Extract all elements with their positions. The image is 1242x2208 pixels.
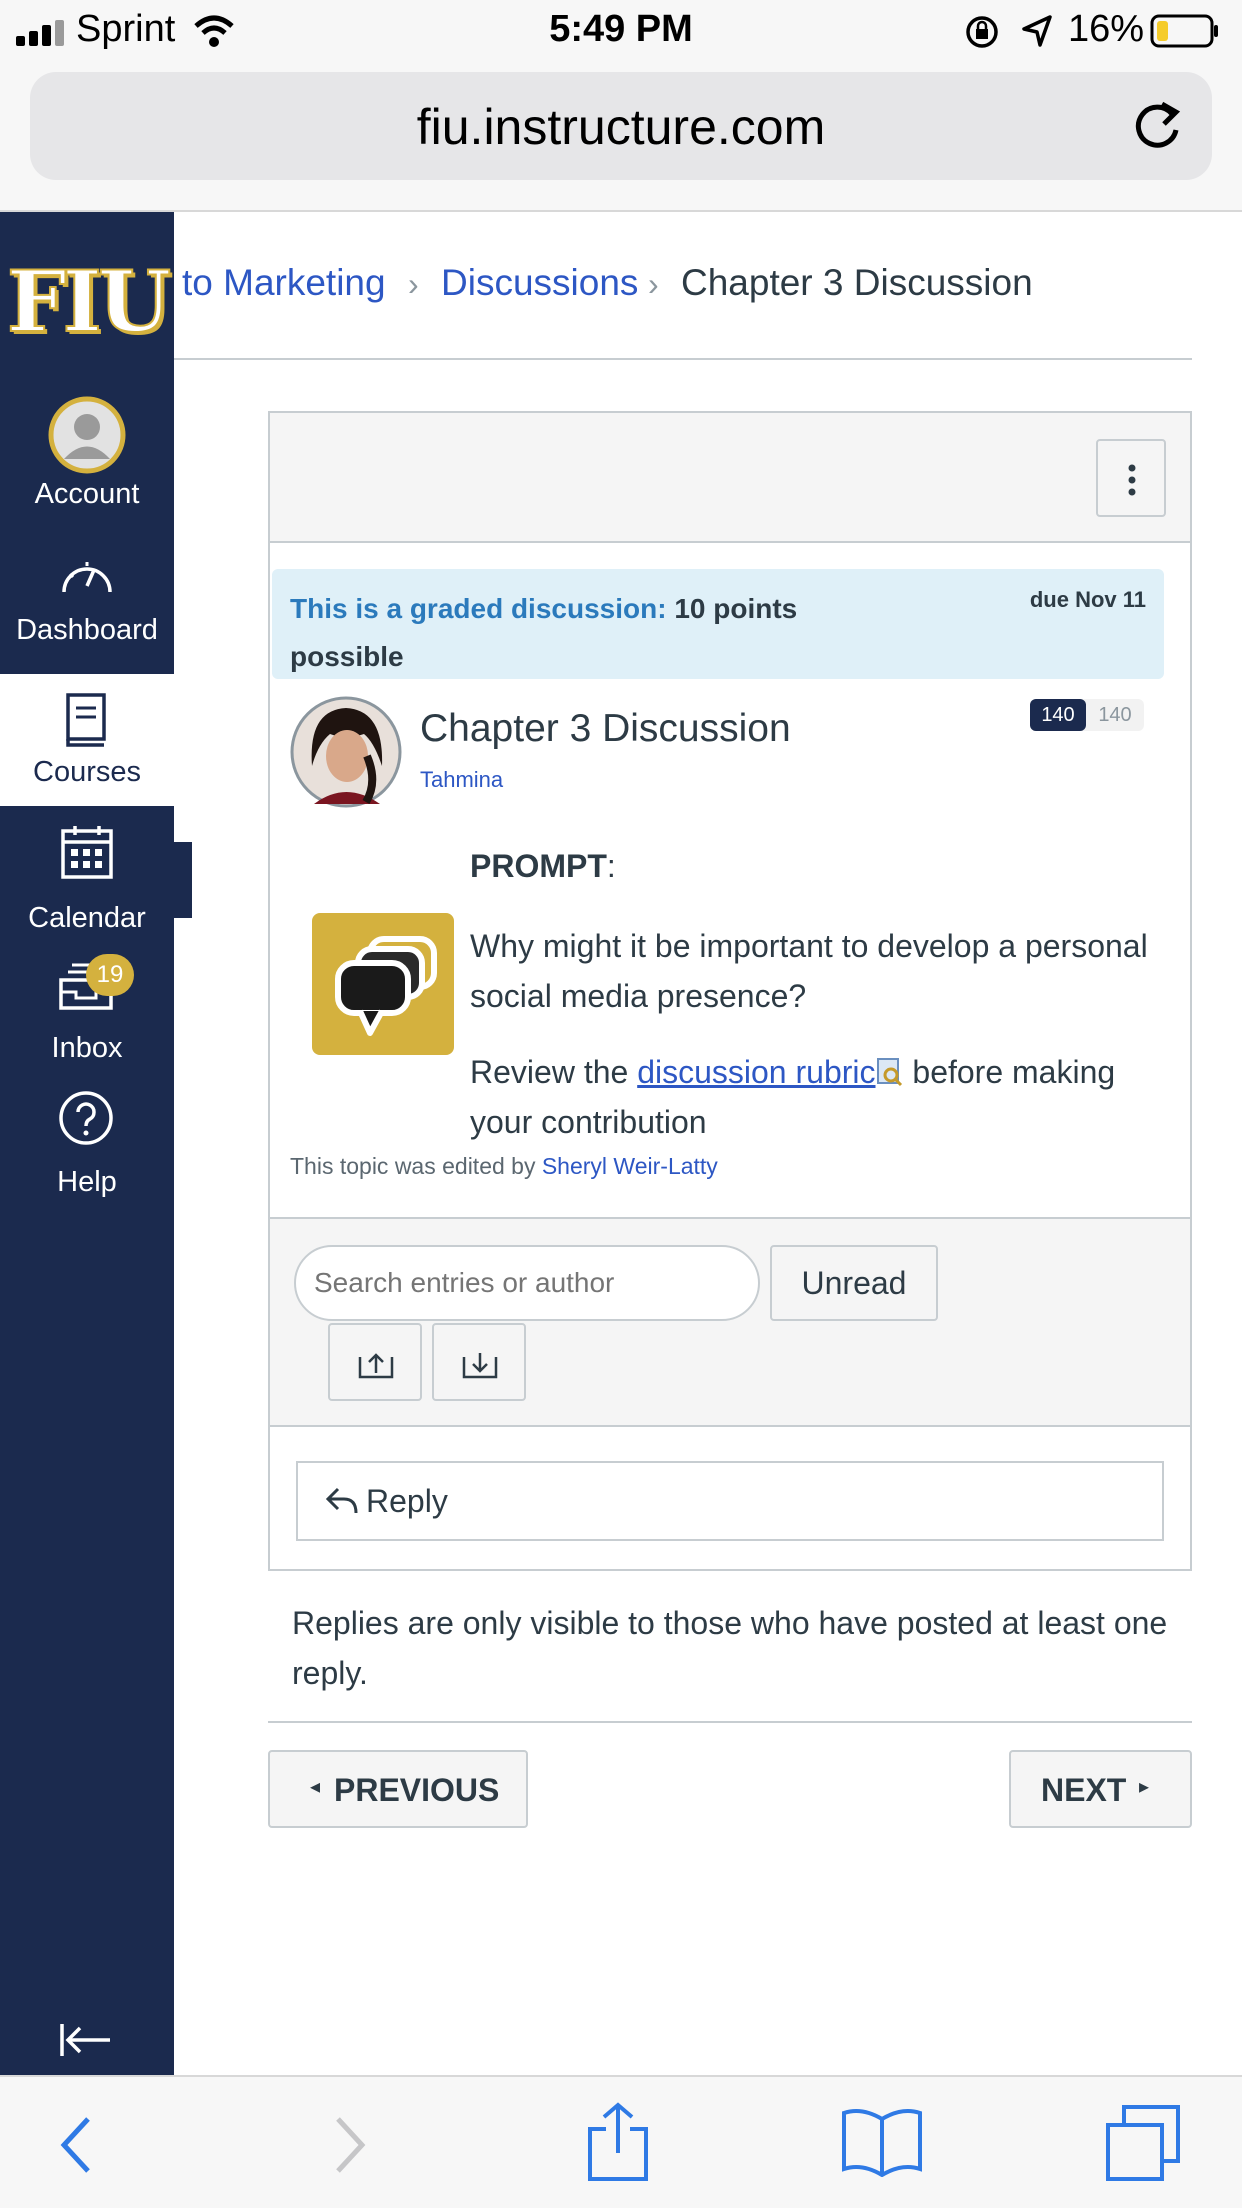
status-bar: Sprint 5:49 PM 16% — [0, 0, 1242, 62]
rotation-lock-icon — [966, 16, 998, 48]
location-icon — [1022, 15, 1052, 47]
prompt-question: Why might it be important to develop a p… — [470, 928, 1148, 1014]
breadcrumb-discussions[interactable]: Discussions — [441, 262, 638, 304]
fiu-logo[interactable]: FIU — [6, 252, 172, 351]
chevron-right-icon: › — [648, 266, 659, 302]
nav-dashboard[interactable]: Dashboard — [0, 552, 174, 662]
chat-bubbles-icon — [335, 936, 437, 1036]
share-icon[interactable] — [586, 2101, 650, 2183]
discussion-panel: This is a graded discussion: 10 points p… — [268, 411, 1192, 1571]
reply-button[interactable]: Reply — [296, 1461, 1164, 1541]
discussion-graphic — [312, 913, 454, 1055]
caret-right-icon: ▸ — [1139, 1776, 1150, 1798]
battery-percent: 16% — [1068, 8, 1145, 50]
nav-calendar[interactable]: Calendar — [0, 824, 174, 934]
clock: 5:49 PM — [549, 8, 693, 50]
collapse-replies-button[interactable] — [328, 1323, 422, 1401]
nav-courses[interactable]: Courses — [0, 674, 174, 806]
preview-doc-icon[interactable] — [876, 1057, 904, 1087]
address-bar[interactable]: fiu.instructure.com — [30, 72, 1212, 180]
reload-icon[interactable] — [1132, 100, 1184, 152]
editor-link[interactable]: Sheryl Weir-Latty — [542, 1153, 718, 1179]
dashboard-icon — [62, 562, 112, 593]
calendar-icon — [61, 826, 113, 879]
upload-tray-icon — [358, 1353, 394, 1379]
next-button[interactable]: NEXT ▸ — [1009, 1750, 1192, 1828]
author-link[interactable]: Tahmina — [420, 767, 503, 792]
total-count: 140 — [1098, 704, 1132, 726]
options-menu-button[interactable] — [1096, 439, 1166, 517]
book-icon — [66, 693, 106, 747]
header-divider — [174, 358, 1192, 360]
author-avatar[interactable] — [290, 696, 402, 808]
graded-label: This is a graded discussion: — [290, 593, 667, 624]
rubric-instruction: Review the discussion rubric before maki… — [470, 1047, 1170, 1147]
download-tray-icon — [462, 1353, 498, 1379]
forward-icon[interactable] — [330, 2113, 370, 2177]
inbox-badge: 19 — [86, 954, 134, 996]
search-entries-input[interactable] — [294, 1245, 760, 1321]
prompt-label: PROMPT — [470, 848, 607, 884]
reply-arrow-icon — [325, 1487, 358, 1514]
reply-label: Reply — [366, 1483, 448, 1519]
unread-count-pill: 140 140 — [1030, 699, 1144, 731]
nav-label: Dashboard — [16, 614, 158, 646]
prompt-colon: : — [606, 848, 616, 884]
edited-by: This topic was edited by Sheryl Weir-Lat… — [290, 1153, 718, 1180]
pager-divider — [268, 1721, 1192, 1723]
chevron-right-icon: › — [408, 266, 419, 302]
nav-tray-edge — [174, 842, 192, 918]
logo-text: FIU — [6, 252, 172, 351]
rubric-link[interactable]: discussion rubric — [637, 1054, 875, 1090]
previous-button[interactable]: ◂ PREVIOUS — [268, 1750, 528, 1828]
graded-text: This is a graded discussion: 10 points p… — [290, 585, 850, 681]
tabs-icon[interactable] — [1104, 2103, 1184, 2183]
unread-count: 140 — [1030, 699, 1086, 731]
unread-filter-button[interactable]: Unread — [770, 1245, 938, 1321]
nav-account[interactable]: Account — [0, 396, 174, 512]
nav-label: Courses — [33, 756, 141, 788]
due-date: due Nov 11 — [1029, 587, 1146, 612]
replies-note: Replies are only visible to those who ha… — [292, 1605, 1168, 1691]
nav-label: Inbox — [51, 1032, 123, 1064]
breadcrumb-course[interactable]: to Marketing — [182, 262, 386, 304]
url-text[interactable]: fiu.instructure.com — [30, 98, 1212, 156]
bookmarks-icon[interactable] — [840, 2107, 924, 2177]
battery-icon — [1150, 14, 1218, 48]
kebab-icon — [1128, 464, 1136, 496]
edited-by-label: This topic was edited by — [290, 1153, 536, 1179]
avatar-icon — [48, 396, 126, 474]
nav-label: Help — [57, 1166, 117, 1198]
graded-notice: This is a graded discussion: 10 points p… — [272, 569, 1164, 679]
prompt-heading: PROMPT: — [470, 848, 616, 885]
previous-label: PREVIOUS — [334, 1772, 500, 1808]
next-label: NEXT — [1041, 1772, 1127, 1808]
global-nav: FIU Account Dashboard Courses Calendar 1… — [0, 212, 174, 2075]
discussion-header — [270, 413, 1190, 543]
back-icon[interactable] — [56, 2113, 96, 2177]
points-value: 10 — [674, 593, 706, 624]
browser-bottom-toolbar — [0, 2075, 1242, 2208]
topic-title: Chapter 3 Discussion — [420, 707, 791, 750]
review-before: Review the — [470, 1054, 629, 1090]
expand-replies-button[interactable] — [432, 1323, 526, 1401]
nav-label: Calendar — [28, 902, 146, 934]
entries-toolbar: Unread — [270, 1217, 1190, 1427]
nav-inbox[interactable]: 19 Inbox — [0, 954, 174, 1064]
breadcrumb-current: Chapter 3 Discussion — [681, 262, 1033, 303]
topic-author[interactable]: Tahmina — [420, 767, 503, 793]
collapse-nav-icon[interactable] — [58, 2020, 114, 2060]
nav-label: Account — [34, 478, 140, 510]
nav-help[interactable]: Help — [0, 1090, 174, 1200]
browser-toolbar: fiu.instructure.com — [0, 62, 1242, 212]
help-icon — [59, 1091, 113, 1145]
caret-left-icon: ◂ — [310, 1776, 321, 1798]
